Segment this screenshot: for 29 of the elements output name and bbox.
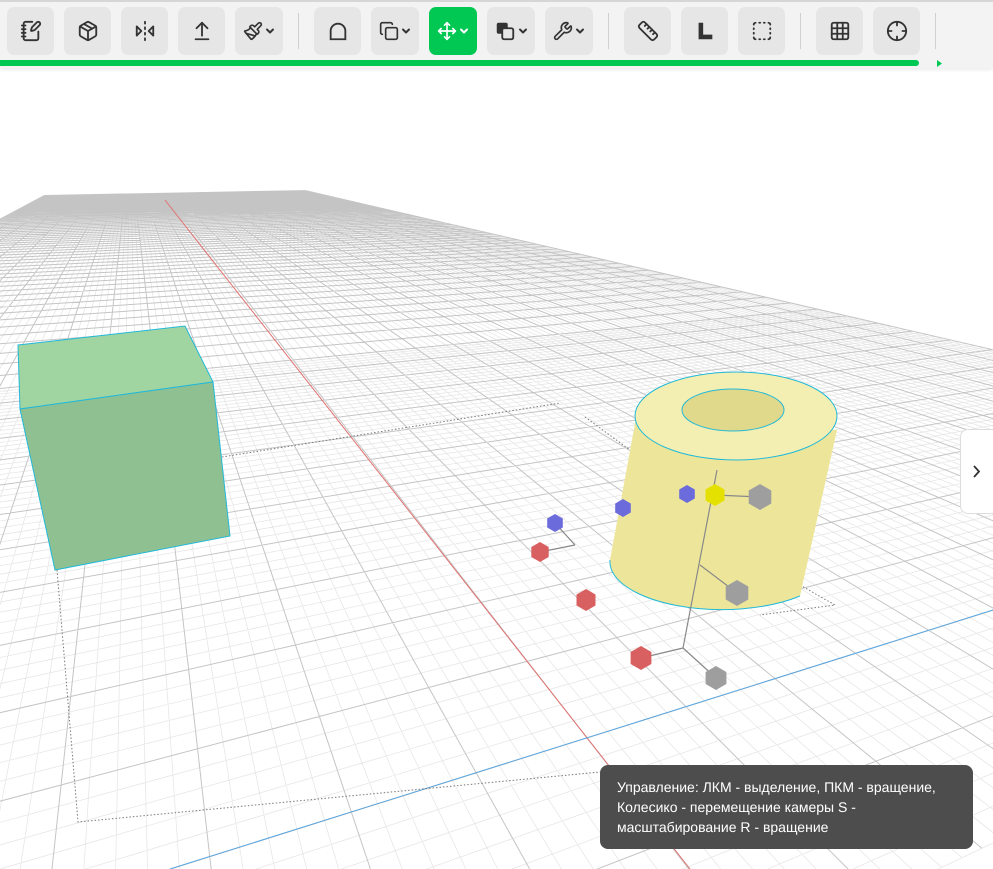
tool-button[interactable] [121,7,168,55]
controls-hint: Управление: ЛКМ - выделение, ПКМ - вращение, Колесико - перемещение камеры S - масштабирование R - вращение [600,765,973,849]
play-icon [937,60,942,67]
dropdown-button[interactable] [545,7,593,55]
dashed-square-icon [750,20,772,42]
tool-button[interactable] [624,7,671,55]
crosshair-icon [886,20,908,42]
notebook-pen-icon [20,20,42,42]
dropdown-button[interactable] [487,7,535,55]
tool-button[interactable] [681,7,728,55]
ruler-icon [636,20,658,42]
tool-button[interactable] [873,7,920,55]
tool-button[interactable] [816,7,863,55]
dropdown-button[interactable] [371,7,419,55]
wrench-icon [552,21,572,41]
tool-button[interactable] [7,7,54,55]
copy-icon [378,21,398,41]
dropdown-button[interactable] [235,7,283,55]
tool-button[interactable] [178,7,225,55]
flip-icon [134,20,156,42]
chevron-right-icon [973,465,980,478]
move-icon [436,21,456,41]
tool-button[interactable] [64,7,111,55]
brush-icon [242,21,262,41]
tool-button[interactable] [738,7,785,55]
side-panel-toggle[interactable] [960,429,993,514]
box-icon [76,20,98,42]
tool-button[interactable] [314,7,361,55]
grid-icon [828,20,850,42]
